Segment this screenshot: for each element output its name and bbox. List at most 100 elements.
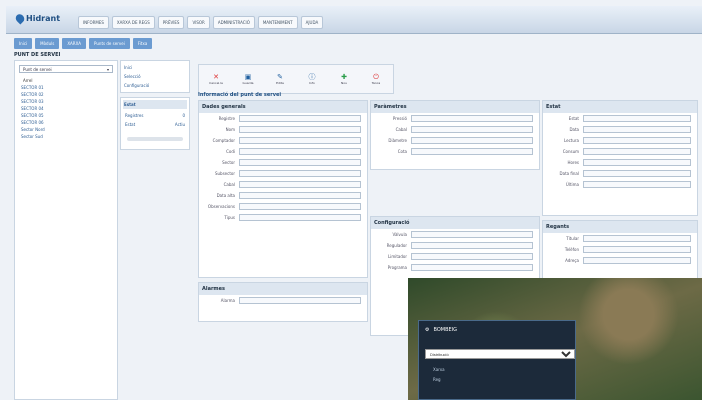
side-link[interactable]: Inici [123,63,187,72]
drop-icon [13,12,27,25]
field-input[interactable] [583,170,691,177]
app-header: Hidrant INFORMES XARXA DE REGS PRÈVIES VISO… [6,6,702,34]
toolbar-button[interactable]: ✕ Cancel·la [201,67,231,91]
field-input[interactable] [411,253,533,260]
field-input[interactable] [239,159,361,166]
field-input[interactable] [411,148,533,155]
field-input[interactable] [239,203,361,210]
cancel-icon: ✕ [213,73,219,81]
field-label: Codi [226,149,235,154]
menu-item[interactable]: XARXA DE REGS [111,16,155,29]
field-row: Pressió [371,113,539,124]
field-row: Data final [543,168,697,179]
field-label: Nom [225,127,235,132]
field-row: Codi [199,146,367,157]
layer-item[interactable]: Reg [433,377,441,382]
field-input[interactable] [239,115,361,122]
point-select[interactable]: Punt de servei ▾ [19,65,113,73]
field-input[interactable] [239,297,361,304]
field-input[interactable] [583,246,691,253]
tree-item[interactable]: SECTOR 02 [15,91,117,98]
field-row: Data [543,124,697,135]
breadcrumb-item[interactable]: XARXA [62,38,87,49]
field-input[interactable] [583,148,691,155]
field-input[interactable] [411,242,533,249]
field-input[interactable] [411,264,533,271]
info-icon: ⓘ [308,73,316,81]
field-row: Tipus [199,212,367,223]
toolbar-button[interactable]: ⓘ Info [297,67,327,91]
tree-item[interactable]: Sector Sud [15,133,117,140]
field-input[interactable] [583,159,691,166]
toolbar-button[interactable]: ▣ Guarda [233,67,263,91]
field-label: Data final [559,171,579,176]
tree-item[interactable]: SECTOR 03 [15,98,117,105]
toolbar-label: Guarda [242,81,254,85]
field-input[interactable] [239,214,361,221]
field-row: Sector [199,157,367,168]
field-input[interactable] [583,115,691,122]
tree-item[interactable]: SECTOR 06 [15,119,117,126]
toolbar-button[interactable]: ⏻ Tanca [361,67,391,91]
tree-item[interactable]: Sector Nord [15,126,117,133]
menu-item[interactable]: AJUDA [300,16,324,29]
menu-item[interactable]: PRÈVIES [157,16,185,29]
status-label: Estat [125,122,136,127]
breadcrumb-item[interactable]: Inici [14,38,33,49]
field-label: Cota [397,149,407,154]
field-input[interactable] [583,137,691,144]
breadcrumb-item[interactable]: Punts de servei [89,38,130,49]
field-label: Tipus [224,215,235,220]
menu-item[interactable]: ADMINISTRACIÓ [212,16,255,29]
field-label: Última [565,182,579,187]
field-input[interactable] [411,137,533,144]
field-label: Sector [222,160,235,165]
field-input[interactable] [239,126,361,133]
field-input[interactable] [239,192,361,199]
field-row: Cota [371,146,539,157]
field-input[interactable] [411,115,533,122]
panel-dades: Dades generals Registre Nom Comptador Codi Se… [198,100,368,278]
menu-item[interactable]: INFORMES [78,16,109,29]
field-row: Subsector [199,168,367,179]
field-label: Regulador [386,243,407,248]
breadcrumb-item[interactable]: Fitxa [132,38,153,49]
side-link[interactable]: Configuració [123,81,187,90]
tree-item[interactable]: SECTOR 01 [15,84,117,91]
menu-item[interactable]: VISOR [187,16,210,29]
field-label: Cabal [223,182,235,187]
layer-item[interactable]: Xarxa [433,367,445,372]
field-input[interactable] [583,257,691,264]
field-label: Data [569,127,579,132]
breadcrumb-item[interactable]: Mòduls [35,38,60,49]
menu-item[interactable]: MANTENIMENT [257,16,298,29]
field-label: Pressió [392,116,407,121]
tree-item[interactable]: SECTOR 04 [15,105,117,112]
field-label: Subsector [214,171,235,176]
field-input[interactable] [239,170,361,177]
field-label: Comptador [212,138,235,143]
toolbar-button[interactable]: ✚ Nou [329,67,359,91]
layer-select[interactable]: Distribució [425,349,575,359]
field-input[interactable] [583,181,691,188]
status-scrollbar[interactable] [127,137,183,141]
breadcrumb: Inici Mòduls XARXA Punts de servei Fitxa [14,38,153,49]
field-input[interactable] [583,235,691,242]
field-input[interactable] [239,148,361,155]
field-row: Diàmetre [371,135,539,146]
tree-item[interactable]: Arrel [15,77,117,84]
toolbar-label: Edita [276,81,284,85]
tree-item[interactable]: SECTOR 05 [15,112,117,119]
field-input[interactable] [239,181,361,188]
field-input[interactable] [411,126,533,133]
toolbar-button[interactable]: ✎ Edita [265,67,295,91]
field-input[interactable] [411,231,533,238]
settings-icon[interactable]: ⚙ [425,327,429,333]
field-label: Telèfon [564,247,579,252]
app-logo[interactable]: Hidrant [13,12,60,25]
field-input[interactable] [239,137,361,144]
side-link[interactable]: Selecció [123,72,187,81]
field-input[interactable] [583,126,691,133]
map-overlay[interactable]: ⚙ BOMBEIG Distribució Xarxa Reg [408,278,702,400]
status-title: Estat [123,100,187,109]
